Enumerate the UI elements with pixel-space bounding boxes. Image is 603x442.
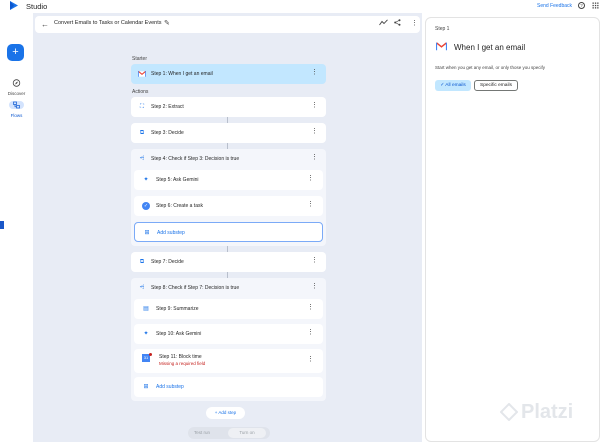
step-3-menu-icon[interactable]: ⋮: [311, 127, 318, 137]
step-11-label: Step 11: Block time: [159, 354, 202, 360]
edit-pencil-icon[interactable]: ✎: [164, 19, 170, 27]
step-3-label: Step 3: Decide: [151, 130, 184, 136]
step-7-card[interactable]: ⧉ Step 7: Decide ⋮: [131, 252, 326, 272]
step-11-menu-icon[interactable]: ⋮: [307, 355, 314, 365]
extract-icon: ⛶: [139, 104, 145, 110]
rail-flows-label[interactable]: Flows: [0, 113, 33, 118]
flows-icon[interactable]: [12, 101, 21, 109]
edge-marker: [0, 221, 4, 229]
add-substep-icon: ⊞: [144, 230, 150, 236]
step-10-label: Step 10: Ask Gemini: [156, 331, 202, 337]
help-icon[interactable]: ?: [578, 2, 585, 9]
activity-chart-icon[interactable]: [379, 19, 388, 26]
tasks-check-icon: ✓: [142, 202, 150, 210]
step-8-group: ⩤ Step 8: Check if Step 7: Decision is t…: [131, 278, 326, 401]
step-11-error: Missing a required field: [159, 361, 206, 366]
step-1-card[interactable]: Step 1: When I get an email ⋮: [131, 64, 326, 84]
step-7-menu-icon[interactable]: ⋮: [311, 256, 318, 266]
test-controls: Test run Turn on: [188, 427, 270, 439]
step-11-card[interactable]: 31 Step 11: Block time Missing a require…: [134, 349, 323, 373]
panel-step-label: Step 1: [435, 26, 450, 32]
step-8-menu-icon[interactable]: ⋮: [311, 282, 318, 292]
starter-heading: Starter: [132, 56, 148, 62]
decide-icon: ⧉: [139, 259, 145, 265]
share-icon[interactable]: [394, 19, 401, 26]
step-5-menu-icon[interactable]: ⋮: [307, 174, 314, 184]
platzi-logo-icon: [500, 403, 518, 421]
back-arrow-icon[interactable]: ←: [41, 20, 49, 29]
send-feedback-link[interactable]: Send Feedback: [537, 3, 572, 9]
rail-discover-label[interactable]: Discover: [0, 91, 33, 96]
step-2-menu-icon[interactable]: ⋮: [311, 101, 318, 111]
test-run-button[interactable]: Test run: [194, 430, 210, 435]
discover-icon[interactable]: [12, 79, 21, 87]
turn-on-button[interactable]: Turn on: [228, 428, 266, 438]
step-9-menu-icon[interactable]: ⋮: [307, 303, 314, 313]
step-6-label: Step 6: Create a task: [156, 203, 203, 209]
step-1-label: Step 1: When I get an email: [151, 71, 213, 77]
step-5-label: Step 5: Ask Gemini: [156, 177, 199, 183]
add-substep-icon: ⊞: [143, 384, 149, 390]
top-bar: [0, 0, 603, 13]
step-4-label: Step 4: Check if Step 3: Decision is tru…: [151, 156, 240, 162]
panel-title: When I get an email: [454, 43, 526, 52]
add-substep-1-label: Add substep: [157, 230, 185, 236]
step-4-menu-icon[interactable]: ⋮: [311, 153, 318, 163]
gmail-icon: [436, 42, 447, 51]
left-rail: [0, 13, 33, 442]
apps-grid-icon[interactable]: [592, 2, 599, 9]
gemini-sparkle-icon: ✦: [143, 331, 149, 337]
step-6-menu-icon[interactable]: ⋮: [307, 200, 314, 210]
step-9-card[interactable]: ▤ Step 9: Summarize ⋮: [134, 299, 323, 319]
panel-description: Start when you get any email, or only th…: [435, 65, 546, 70]
summarize-icon: ▤: [143, 306, 149, 312]
error-dot-icon: [149, 353, 152, 356]
step-3-card[interactable]: ⧉ Step 3: Decide ⋮: [131, 123, 326, 143]
watermark-text: Platzi: [521, 401, 574, 423]
flow-title[interactable]: Convert Emails to Tasks or Calendar Even…: [54, 20, 162, 26]
step-9-label: Step 9: Summarize: [156, 306, 199, 312]
actions-heading: Actions: [132, 89, 149, 95]
app-title: Studio: [26, 2, 48, 11]
step-8-label: Step 8: Check if Step 7: Decision is tru…: [151, 285, 240, 291]
studio-logo-icon: [10, 1, 18, 10]
add-step-button[interactable]: + Add step: [206, 407, 245, 419]
branch-icon: ⩤: [139, 285, 145, 291]
step-5-card[interactable]: ✦ Step 5: Ask Gemini ⋮: [134, 170, 323, 190]
step-4-group: ⩤ Step 4: Check if Step 3: Decision is t…: [131, 149, 326, 246]
decide-icon: ⧉: [139, 130, 145, 136]
step-2-card[interactable]: ⛶ Step 2: Extract ⋮: [131, 97, 326, 117]
add-substep-2-label: Add substep: [156, 384, 184, 390]
step-7-label: Step 7: Decide: [151, 259, 184, 265]
step-10-menu-icon[interactable]: ⋮: [307, 328, 314, 338]
create-button[interactable]: +: [7, 44, 24, 61]
add-substep-2[interactable]: ⊞ Add substep: [134, 377, 323, 397]
gemini-sparkle-icon: ✦: [143, 177, 149, 183]
step-1-menu-icon[interactable]: ⋮: [311, 68, 318, 78]
branch-icon: ⩤: [139, 156, 145, 162]
more-vert-icon[interactable]: ⋮: [411, 19, 418, 27]
specific-emails-chip[interactable]: Specific emails: [474, 80, 518, 91]
step-2-label: Step 2: Extract: [151, 104, 184, 110]
add-substep-1[interactable]: ⊞ Add substep: [134, 222, 323, 242]
step-6-card[interactable]: ✓ Step 6: Create a task ⋮: [134, 196, 323, 216]
gmail-icon: [138, 70, 146, 77]
all-emails-chip[interactable]: ✓ All emails: [435, 80, 471, 91]
step-10-card[interactable]: ✦ Step 10: Ask Gemini ⋮: [134, 324, 323, 344]
